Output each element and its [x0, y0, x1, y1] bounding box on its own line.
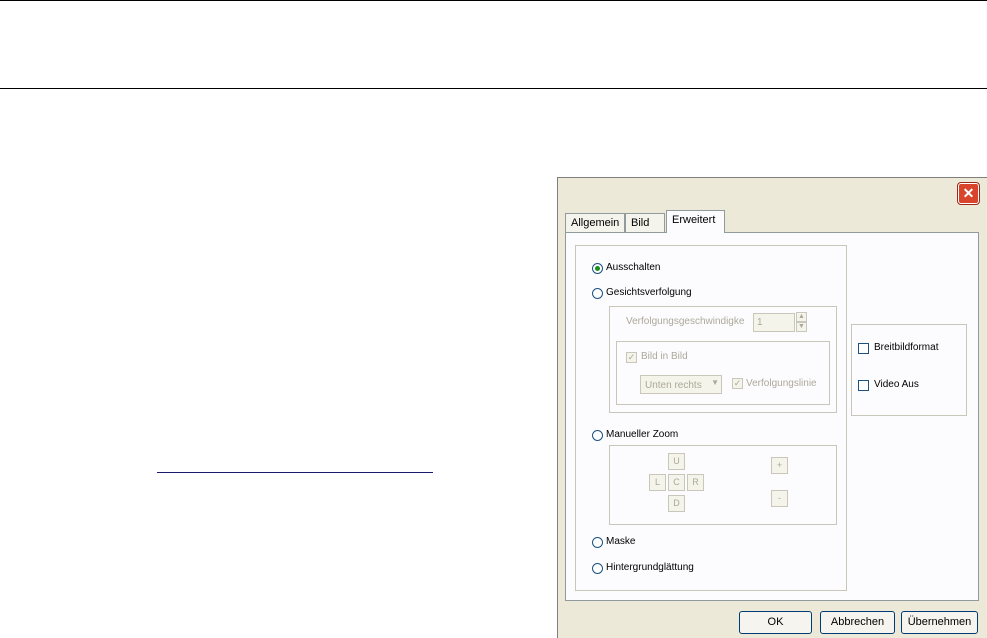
tab-allgemein[interactable]: Allgemein: [565, 213, 625, 232]
zoom-center-button[interactable]: C: [668, 474, 685, 491]
zoom-right-button[interactable]: R: [687, 474, 704, 491]
header-rule: [0, 88, 987, 89]
tab-bild[interactable]: Bild: [625, 213, 665, 232]
settings-dialog: ✕ Allgemein Bild Erweitert Ausschalten G…: [557, 177, 987, 638]
label-tracking-speed: Verfolgungsgeschwindigke: [626, 316, 745, 327]
checkbox-video-aus[interactable]: [858, 380, 869, 391]
checkbox-breitbildformat[interactable]: [858, 343, 869, 354]
display-options-group: [851, 324, 967, 416]
checkbox-verfolgungslinie[interactable]: ✓: [732, 378, 743, 389]
tab-panel-erweitert: Ausschalten Gesichtsverfolgung Verfolgun…: [565, 232, 979, 601]
position-select[interactable]: Unten rechts ▼: [640, 375, 722, 394]
label-maske: Maske: [606, 536, 636, 547]
spin-up-button[interactable]: ▲: [796, 312, 807, 322]
position-select-value: Unten rechts: [645, 380, 702, 391]
chevron-down-icon: ▼: [711, 378, 719, 387]
label-verfolgungslinie: Verfolgungslinie: [746, 378, 817, 389]
apply-button[interactable]: Übernehmen: [901, 611, 978, 634]
zoom-left-button[interactable]: L: [649, 474, 666, 491]
radio-ausschalten[interactable]: [592, 263, 603, 274]
label-hintergrundglaettung: Hintergrundglättung: [606, 562, 694, 573]
tracking-speed-input[interactable]: 1: [753, 313, 795, 332]
spin-down-button[interactable]: ▼: [796, 322, 807, 332]
cancel-button[interactable]: Abbrechen: [820, 611, 895, 634]
label-video-aus: Video Aus: [874, 379, 919, 390]
checkbox-bild-in-bild[interactable]: ✓: [626, 352, 637, 363]
ok-button[interactable]: OK: [739, 611, 812, 634]
radio-hintergrundglaettung[interactable]: [592, 563, 603, 574]
radio-maske[interactable]: [592, 537, 603, 548]
zoom-out-button[interactable]: -: [771, 490, 788, 507]
label-bild-in-bild: Bild in Bild: [641, 351, 688, 362]
close-button[interactable]: ✕: [958, 183, 979, 204]
zoom-up-button[interactable]: U: [668, 453, 685, 470]
radio-gesichtsverfolgung[interactable]: [592, 288, 603, 299]
label-manueller-zoom: Manueller Zoom: [606, 429, 679, 440]
label-breitbildformat: Breitbildformat: [874, 342, 939, 353]
zoom-down-button[interactable]: D: [668, 495, 685, 512]
radio-manueller-zoom[interactable]: [592, 430, 603, 441]
label-ausschalten: Ausschalten: [606, 262, 661, 273]
zoom-in-button[interactable]: +: [771, 457, 788, 474]
document-link-underline: [157, 472, 433, 473]
label-gesichtsverfolgung: Gesichtsverfolgung: [606, 287, 692, 298]
tab-erweitert[interactable]: Erweitert: [666, 210, 725, 233]
manual-zoom-group: [609, 445, 837, 525]
top-rule: [0, 0, 987, 1]
